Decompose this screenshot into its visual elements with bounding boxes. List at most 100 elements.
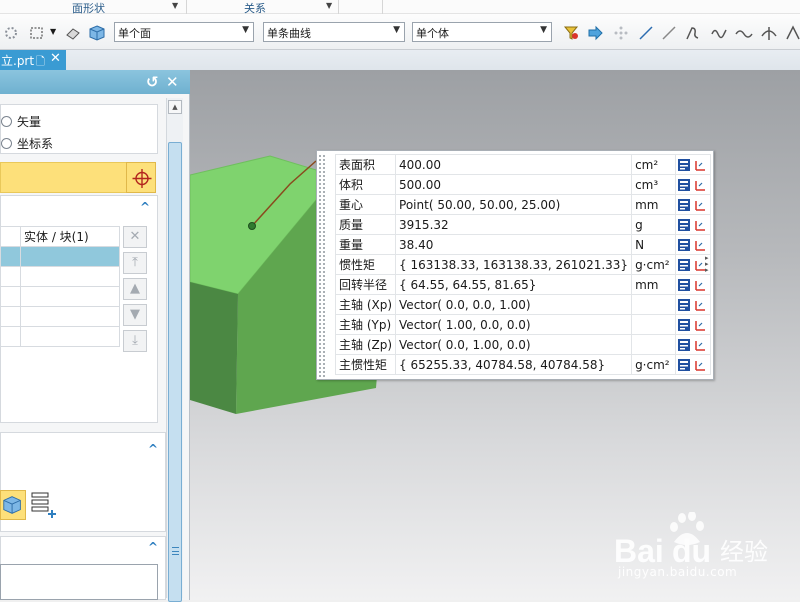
close-icon[interactable]: ✕ [166, 73, 179, 91]
group-expand-arrow[interactable]: ▼ [326, 1, 332, 10]
line-segment-icon[interactable] [660, 24, 678, 42]
table-row[interactable] [0, 286, 120, 307]
information-icon[interactable] [677, 358, 691, 372]
table-row[interactable] [0, 326, 120, 347]
result-row[interactable]: 主惯性矩{ 65255.33, 40784.58, 40784.58} g·cm² [334, 354, 712, 375]
create-expression-icon[interactable] [693, 358, 707, 372]
point-dialog-button[interactable] [126, 162, 156, 193]
information-icon[interactable] [677, 218, 691, 232]
line-tool-icon[interactable] [637, 24, 655, 42]
result-unit[interactable] [631, 334, 677, 355]
result-row[interactable]: 重量 38.40 N [334, 234, 712, 255]
create-expression-icon[interactable] [693, 238, 707, 252]
result-unit[interactable]: mm [631, 274, 677, 295]
grip-icon [172, 547, 179, 555]
select-dropdown-arrow[interactable]: ▼ [50, 27, 56, 36]
eraser-icon[interactable] [64, 24, 82, 42]
section-curve-icon[interactable] [784, 24, 800, 42]
measurement-results-table[interactable]: 表面积 400.00 cm² 体积 500.00 cm³ 重心 Point( 50.00, 5… [316, 150, 714, 380]
collapse-arrow-icon[interactable]: ^ [148, 442, 158, 456]
close-icon[interactable]: ✕ [50, 51, 61, 66]
rectangle-select-icon[interactable] [28, 24, 46, 42]
information-icon[interactable] [677, 158, 691, 172]
move-down-button[interactable]: ▼ [123, 304, 147, 326]
centroid-marker[interactable] [248, 222, 256, 230]
create-expression-icon[interactable] [693, 278, 707, 292]
scroll-thumb[interactable] [168, 142, 182, 602]
create-expression-icon[interactable] [693, 218, 707, 232]
information-icon[interactable] [677, 298, 691, 312]
radio-csys[interactable]: 坐标系 [1, 135, 53, 152]
create-expression-icon[interactable] [693, 318, 707, 332]
create-expression-icon[interactable] [693, 178, 707, 192]
radio-vector[interactable]: 矢量 [1, 113, 41, 130]
dialog-scrollbar[interactable]: ▲ [166, 98, 183, 602]
body-front-face[interactable] [190, 282, 238, 414]
table-row[interactable] [0, 266, 120, 287]
create-expression-icon[interactable] [693, 298, 707, 312]
solid-display-button[interactable] [0, 490, 26, 520]
result-unit[interactable]: cm² [631, 154, 677, 175]
result-row[interactable]: 惯性矩{ 163138.33, 163138.33, 261021.33} g·c… [334, 254, 712, 275]
result-unit[interactable]: g·cm² [631, 354, 677, 375]
radio-button[interactable] [1, 116, 12, 127]
scroll-up-button[interactable]: ▲ [168, 100, 182, 114]
group-expand-arrow[interactable]: ▼ [172, 1, 178, 10]
radio-button[interactable] [1, 138, 12, 149]
result-actions [675, 194, 712, 215]
information-icon[interactable] [677, 338, 691, 352]
snap-points-icon[interactable] [612, 24, 630, 42]
result-unit[interactable]: g·cm² [631, 254, 677, 275]
information-icon[interactable] [677, 198, 691, 212]
arrow-right-icon[interactable] [586, 24, 604, 42]
add-results-button[interactable] [30, 490, 60, 520]
information-icon[interactable] [677, 258, 691, 272]
information-icon[interactable] [677, 178, 691, 192]
create-expression-icon[interactable] [693, 198, 707, 212]
remove-button[interactable]: ✕ [123, 226, 147, 248]
information-icon[interactable] [677, 238, 691, 252]
result-row[interactable]: 主轴 (Zp) Vector( 0.0, 1.00, 0.0) [334, 334, 712, 355]
spline-tool-icon[interactable] [710, 24, 728, 42]
file-tab[interactable]: 立.prt 🗋 ✕ [0, 50, 66, 70]
result-unit[interactable]: N [631, 234, 677, 255]
result-name: 表面积 [334, 154, 397, 175]
curve-tool-icon[interactable] [683, 24, 701, 42]
move-to-bottom-button[interactable]: ⤓ [123, 330, 147, 352]
result-row[interactable]: 回转半径{ 64.55, 64.55, 81.65} mm [334, 274, 712, 295]
result-unit[interactable]: cm³ [631, 174, 677, 195]
result-row[interactable]: 主轴 (Xp) Vector( 0.0, 0.0, 1.00) [334, 294, 712, 315]
wave-curve-icon[interactable] [735, 24, 753, 42]
result-row[interactable]: 表面积 400.00 cm² [334, 154, 712, 175]
solid-body-icon[interactable] [88, 24, 106, 42]
result-unit[interactable]: mm [631, 194, 677, 215]
result-row[interactable]: 主轴 (Yp) Vector( 1.00, 0.0, 0.0) [334, 314, 712, 335]
result-unit[interactable] [631, 314, 677, 335]
information-icon[interactable] [677, 318, 691, 332]
face-filter-dropdown[interactable]: 单个面 ▼ [114, 22, 254, 42]
collapse-arrow-icon[interactable]: ^ [148, 540, 158, 554]
move-up-button[interactable]: ▲ [123, 278, 147, 300]
result-row[interactable]: 质量 3915.32 g [334, 214, 712, 235]
filter-settings-icon[interactable] [562, 24, 580, 42]
chevron-down-icon: ▼ [242, 25, 249, 35]
result-row[interactable]: 体积 500.00 cm³ [334, 174, 712, 195]
body-filter-dropdown[interactable]: 单个体 ▼ [412, 22, 552, 42]
intersection-curve-icon[interactable] [760, 24, 778, 42]
result-unit[interactable] [631, 294, 677, 315]
expand-arrows-icon[interactable]: ▸ ▸ ▸ [705, 255, 709, 274]
information-icon[interactable] [677, 278, 691, 292]
create-expression-icon[interactable] [693, 158, 707, 172]
snap-gear-icon[interactable] [2, 24, 20, 42]
curve-filter-dropdown[interactable]: 单条曲线 ▼ [263, 22, 405, 42]
reset-icon[interactable]: ↺ [146, 73, 159, 91]
move-to-top-button[interactable]: ⤒ [123, 252, 147, 274]
table-row[interactable] [0, 246, 120, 267]
create-expression-icon[interactable] [693, 338, 707, 352]
drag-handle[interactable] [318, 154, 326, 378]
table-row[interactable] [0, 306, 120, 327]
settings-textbox[interactable] [0, 564, 158, 600]
result-row[interactable]: 重心 Point( 50.00, 50.00, 25.00) mm [334, 194, 712, 215]
collapse-arrow-icon[interactable]: ^ [140, 200, 150, 214]
result-unit[interactable]: g [631, 214, 677, 235]
